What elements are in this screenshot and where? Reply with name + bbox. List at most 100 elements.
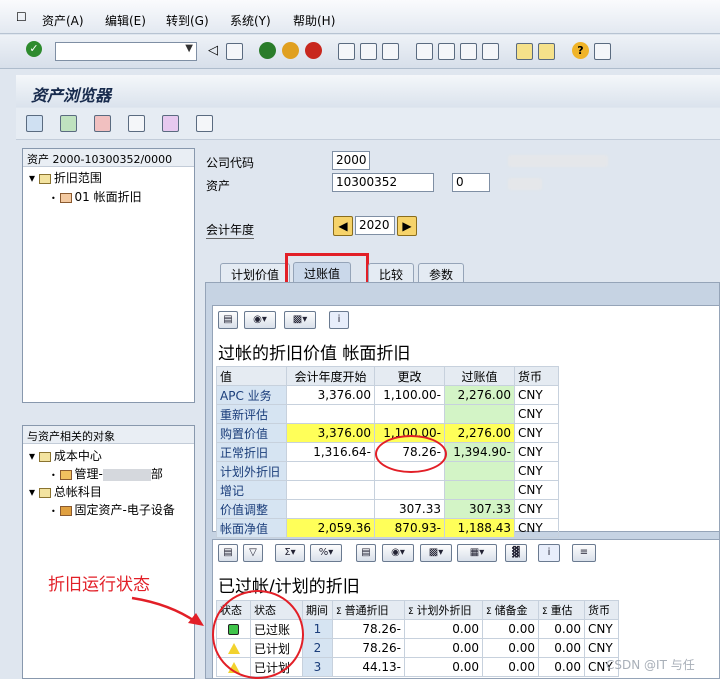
graphic-icon[interactable]: ▓ [505, 544, 527, 562]
layout-menu-icon[interactable]: ▦▾ [457, 544, 497, 562]
new-session-icon[interactable] [516, 43, 533, 60]
table-cell[interactable]: 3,376.00 [286, 385, 375, 405]
tree-node-book-depreciation[interactable]: • 01 帐面折旧 [51, 188, 142, 205]
column-header[interactable]: Σ 重估 [538, 600, 585, 620]
column-header[interactable]: Σ 储备金 [482, 600, 539, 620]
asset-field[interactable]: 10300352 [332, 173, 434, 192]
details-icon[interactable]: ▤ [218, 544, 238, 562]
exit-icon[interactable] [282, 42, 299, 59]
table-cell[interactable]: 0.00 [404, 619, 483, 639]
column-header[interactable]: 过账值 [444, 366, 515, 386]
table-cell[interactable]: CNY [514, 442, 559, 462]
find-icon[interactable] [360, 43, 377, 60]
layout-icon[interactable] [594, 43, 611, 60]
enter-icon[interactable]: ✓ [26, 41, 42, 57]
zoom-menu-icon[interactable]: ◉▾ [244, 311, 276, 329]
tree-node-gl-account[interactable]: ▾ 总帐科目 [29, 483, 102, 500]
table-cell[interactable]: 1,188.43 [444, 518, 515, 538]
row-label[interactable]: 帐面净值 [216, 518, 287, 538]
column-header[interactable]: 会计年度开始 [286, 366, 375, 386]
row-label[interactable]: 计划外折旧 [216, 461, 287, 481]
help-icon[interactable]: ? [572, 42, 589, 59]
list-icon[interactable] [196, 115, 213, 132]
table-cell[interactable] [444, 461, 515, 481]
table-cell[interactable]: 44.13- [332, 657, 405, 677]
table-cell[interactable]: 0.00 [538, 638, 585, 658]
prev-page-icon[interactable] [438, 43, 455, 60]
sum-menu-icon[interactable]: Σ▾ [275, 544, 305, 562]
find-next-icon[interactable] [382, 43, 399, 60]
variant-icon[interactable] [162, 115, 179, 132]
column-header[interactable]: Σ 普通折旧 [332, 600, 405, 620]
cancel-icon[interactable] [305, 42, 322, 59]
table-cell[interactable] [374, 480, 445, 500]
table-cell[interactable]: 0.00 [482, 638, 539, 658]
tab-parameters[interactable]: 参数 [418, 263, 465, 283]
column-header[interactable]: 货币 [514, 366, 559, 386]
next-year-button[interactable]: ▶ [397, 216, 417, 236]
command-field[interactable]: ▼ [55, 42, 197, 61]
table-cell[interactable] [286, 404, 375, 424]
last-page-icon[interactable] [482, 43, 499, 60]
column-header[interactable]: Σ 计划外折旧 [404, 600, 483, 620]
columns-icon[interactable] [128, 115, 145, 132]
expand-icon[interactable]: ▾ [29, 485, 35, 499]
table-cell[interactable]: CNY [514, 518, 559, 538]
column-header[interactable]: 值 [216, 366, 287, 386]
display-asset-icon[interactable] [60, 115, 77, 132]
table-cell[interactable]: CNY [584, 619, 619, 639]
export-menu-icon[interactable]: ▩▾ [420, 544, 452, 562]
table-cell[interactable] [286, 499, 375, 519]
table-cell[interactable]: 0.00 [538, 619, 585, 639]
print-icon[interactable] [338, 43, 355, 60]
next-page-icon[interactable] [460, 43, 477, 60]
info-icon[interactable]: i [538, 544, 560, 562]
table-cell[interactable]: 0.00 [482, 657, 539, 677]
table-cell[interactable]: CNY [514, 461, 559, 481]
table-cell[interactable]: 3,376.00 [286, 423, 375, 443]
info-icon[interactable]: i [329, 311, 349, 329]
table-cell[interactable]: 1 [302, 619, 333, 639]
table-cell[interactable]: CNY [514, 385, 559, 405]
refresh-icon[interactable] [26, 115, 43, 132]
subtotal-menu-icon[interactable]: %▾ [310, 544, 342, 562]
table-cell[interactable]: 0.00 [482, 619, 539, 639]
back-small-icon[interactable]: ◁ [208, 43, 218, 58]
filter-icon[interactable]: ▽ [243, 544, 263, 562]
menu-system[interactable]: 系统(Y) [230, 12, 271, 29]
simulate-icon[interactable] [94, 115, 111, 132]
table-cell[interactable]: CNY [514, 499, 559, 519]
previous-year-button[interactable]: ◀ [333, 216, 353, 236]
chevron-down-icon[interactable]: ▼ [185, 43, 193, 54]
table-cell[interactable]: CNY [584, 638, 619, 658]
shortcut-icon[interactable] [538, 43, 555, 60]
settings-icon[interactable]: ≡ [572, 544, 596, 562]
row-label[interactable]: 购置价值 [216, 423, 287, 443]
table-cell[interactable]: 2,276.00 [444, 423, 515, 443]
print-preview-icon[interactable]: ▤ [356, 544, 376, 562]
tree-node-depreciation-area[interactable]: ▾ 折旧范围 [29, 169, 102, 186]
details-icon[interactable]: ▤ [218, 311, 238, 329]
table-cell[interactable] [444, 480, 515, 500]
tree-node-cost-center-entry[interactable]: • 管理- 部 [51, 465, 163, 482]
menu-asset[interactable]: 资产(A) [42, 12, 84, 29]
table-cell[interactable]: 307.33 [374, 499, 445, 519]
expand-icon[interactable]: ▾ [29, 171, 35, 185]
column-header[interactable]: 更改 [374, 366, 445, 386]
table-cell[interactable]: 78.26- [332, 638, 405, 658]
table-cell[interactable]: 2 [302, 638, 333, 658]
table-cell[interactable] [444, 404, 515, 424]
table-cell[interactable]: CNY [514, 423, 559, 443]
table-cell[interactable] [374, 404, 445, 424]
tree-node-cost-center[interactable]: ▾ 成本中心 [29, 447, 102, 464]
tab-comparison[interactable]: 比较 [368, 263, 415, 283]
menu-edit[interactable]: 编辑(E) [105, 12, 146, 29]
table-cell[interactable]: 0.00 [538, 657, 585, 677]
row-label[interactable]: 正常折旧 [216, 442, 287, 462]
table-cell[interactable] [286, 461, 375, 481]
app-menu-icon[interactable]: ☐ [16, 10, 27, 24]
company-code-field[interactable]: 2000 [332, 151, 370, 170]
row-label[interactable]: APC 业务 [216, 385, 287, 405]
table-cell[interactable]: 870.93- [374, 518, 445, 538]
table-cell[interactable]: CNY [514, 404, 559, 424]
